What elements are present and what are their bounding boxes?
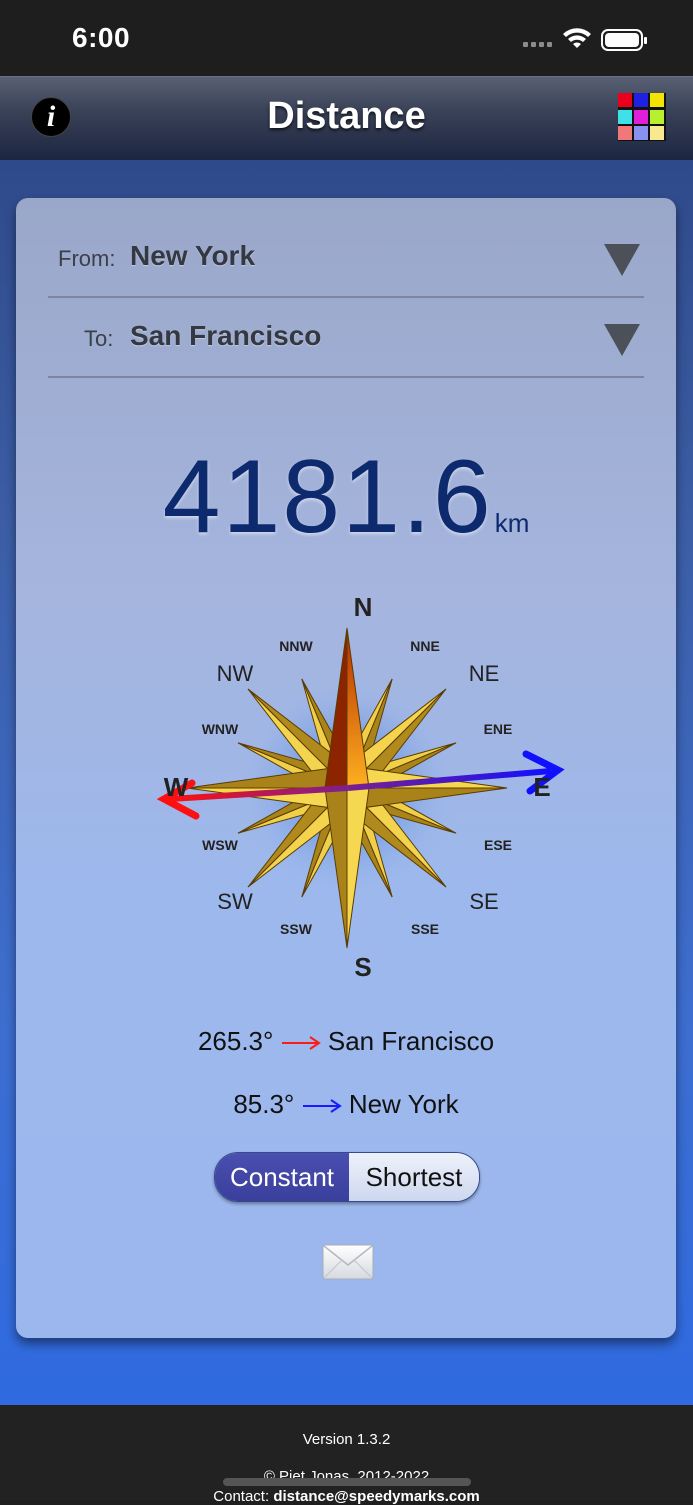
distance-unit: km bbox=[494, 508, 530, 538]
bearing-row-destination: 265.3° San Francisco bbox=[16, 1026, 676, 1057]
distance-card: From: New York To: San Francisco 4181.6k… bbox=[16, 198, 676, 1338]
from-value: New York bbox=[130, 240, 256, 271]
from-dropdown-arrow-icon[interactable] bbox=[604, 244, 640, 276]
mail-icon[interactable] bbox=[322, 1244, 374, 1280]
compass-label-sse: SSE bbox=[411, 921, 439, 937]
status-icons bbox=[523, 28, 647, 51]
apps-grid-icon bbox=[618, 93, 632, 107]
signal-icon bbox=[523, 42, 552, 47]
to-dropdown-arrow-icon[interactable] bbox=[604, 324, 640, 356]
compass-label-ese: ESE bbox=[484, 837, 512, 853]
apps-grid-icon bbox=[634, 126, 648, 141]
apps-grid-icon bbox=[618, 109, 632, 124]
wifi-icon bbox=[563, 28, 591, 48]
page-title: Distance bbox=[267, 95, 426, 137]
compass-label-wnw: WNW bbox=[202, 721, 239, 737]
route-mode-segmented-control: Constant Shortest bbox=[214, 1152, 480, 1202]
compass-label-nne: NNE bbox=[410, 638, 440, 654]
battery-icon bbox=[601, 29, 647, 51]
compass-label-s: S bbox=[354, 952, 371, 982]
from-row[interactable]: From: New York bbox=[48, 216, 644, 298]
to-value: San Francisco bbox=[130, 320, 322, 351]
apps-grid-button[interactable] bbox=[618, 93, 666, 141]
home-indicator[interactable] bbox=[223, 1478, 471, 1486]
contact-label: Contact: bbox=[213, 1488, 270, 1505]
apps-grid-icon bbox=[650, 93, 664, 107]
bearing-degrees: 85.3° bbox=[233, 1089, 295, 1119]
compass-label-nw: NW bbox=[217, 661, 254, 686]
compass-rose: N S W E NW NE SW SE NNW NNE WNW ENE WSW … bbox=[156, 592, 565, 982]
apps-grid-icon bbox=[650, 126, 664, 141]
status-bar: 6:00 bbox=[0, 0, 693, 76]
distance-readout: 4181.6km bbox=[16, 438, 676, 557]
to-label: To: bbox=[84, 326, 114, 351]
bearing-place: New York bbox=[348, 1089, 459, 1119]
constant-segment[interactable]: Constant bbox=[215, 1153, 349, 1201]
contact-line: Contact: distance@speedymarks.com bbox=[0, 1488, 693, 1505]
compass-label-sw: SW bbox=[217, 889, 253, 914]
compass-label-n: N bbox=[354, 592, 373, 622]
apps-grid-icon bbox=[618, 126, 632, 141]
shortest-segment[interactable]: Shortest bbox=[349, 1153, 479, 1201]
from-label: From: bbox=[58, 246, 116, 271]
compass-label-ne: NE bbox=[469, 661, 500, 686]
bearing-place: San Francisco bbox=[327, 1026, 495, 1056]
blue-arrow-icon bbox=[302, 1099, 342, 1113]
red-arrow-icon bbox=[281, 1036, 321, 1050]
compass-label-e: E bbox=[533, 772, 550, 802]
distance-value: 4181.6 bbox=[162, 439, 493, 555]
compass-label-nnw: NNW bbox=[279, 638, 313, 654]
to-row[interactable]: To: San Francisco bbox=[48, 296, 644, 378]
compass-label-se: SE bbox=[469, 889, 498, 914]
nav-bar: i Distance bbox=[0, 76, 693, 161]
apps-grid-icon bbox=[634, 93, 648, 107]
compass-label-ssw: SSW bbox=[280, 921, 313, 937]
bearing-degrees: 265.3° bbox=[197, 1026, 274, 1056]
contact-email-link[interactable]: distance@speedymarks.com bbox=[273, 1488, 479, 1505]
bearing-row-origin: 85.3° New York bbox=[16, 1089, 676, 1120]
version-text: Version 1.3.2 bbox=[302, 1431, 391, 1448]
status-time: 6:00 bbox=[72, 22, 131, 53]
apps-grid-icon bbox=[634, 109, 648, 124]
compass-label-w: W bbox=[164, 772, 189, 802]
compass-label-wsw: WSW bbox=[202, 837, 239, 853]
apps-grid-icon bbox=[650, 109, 664, 124]
compass-label-ene: ENE bbox=[484, 721, 513, 737]
